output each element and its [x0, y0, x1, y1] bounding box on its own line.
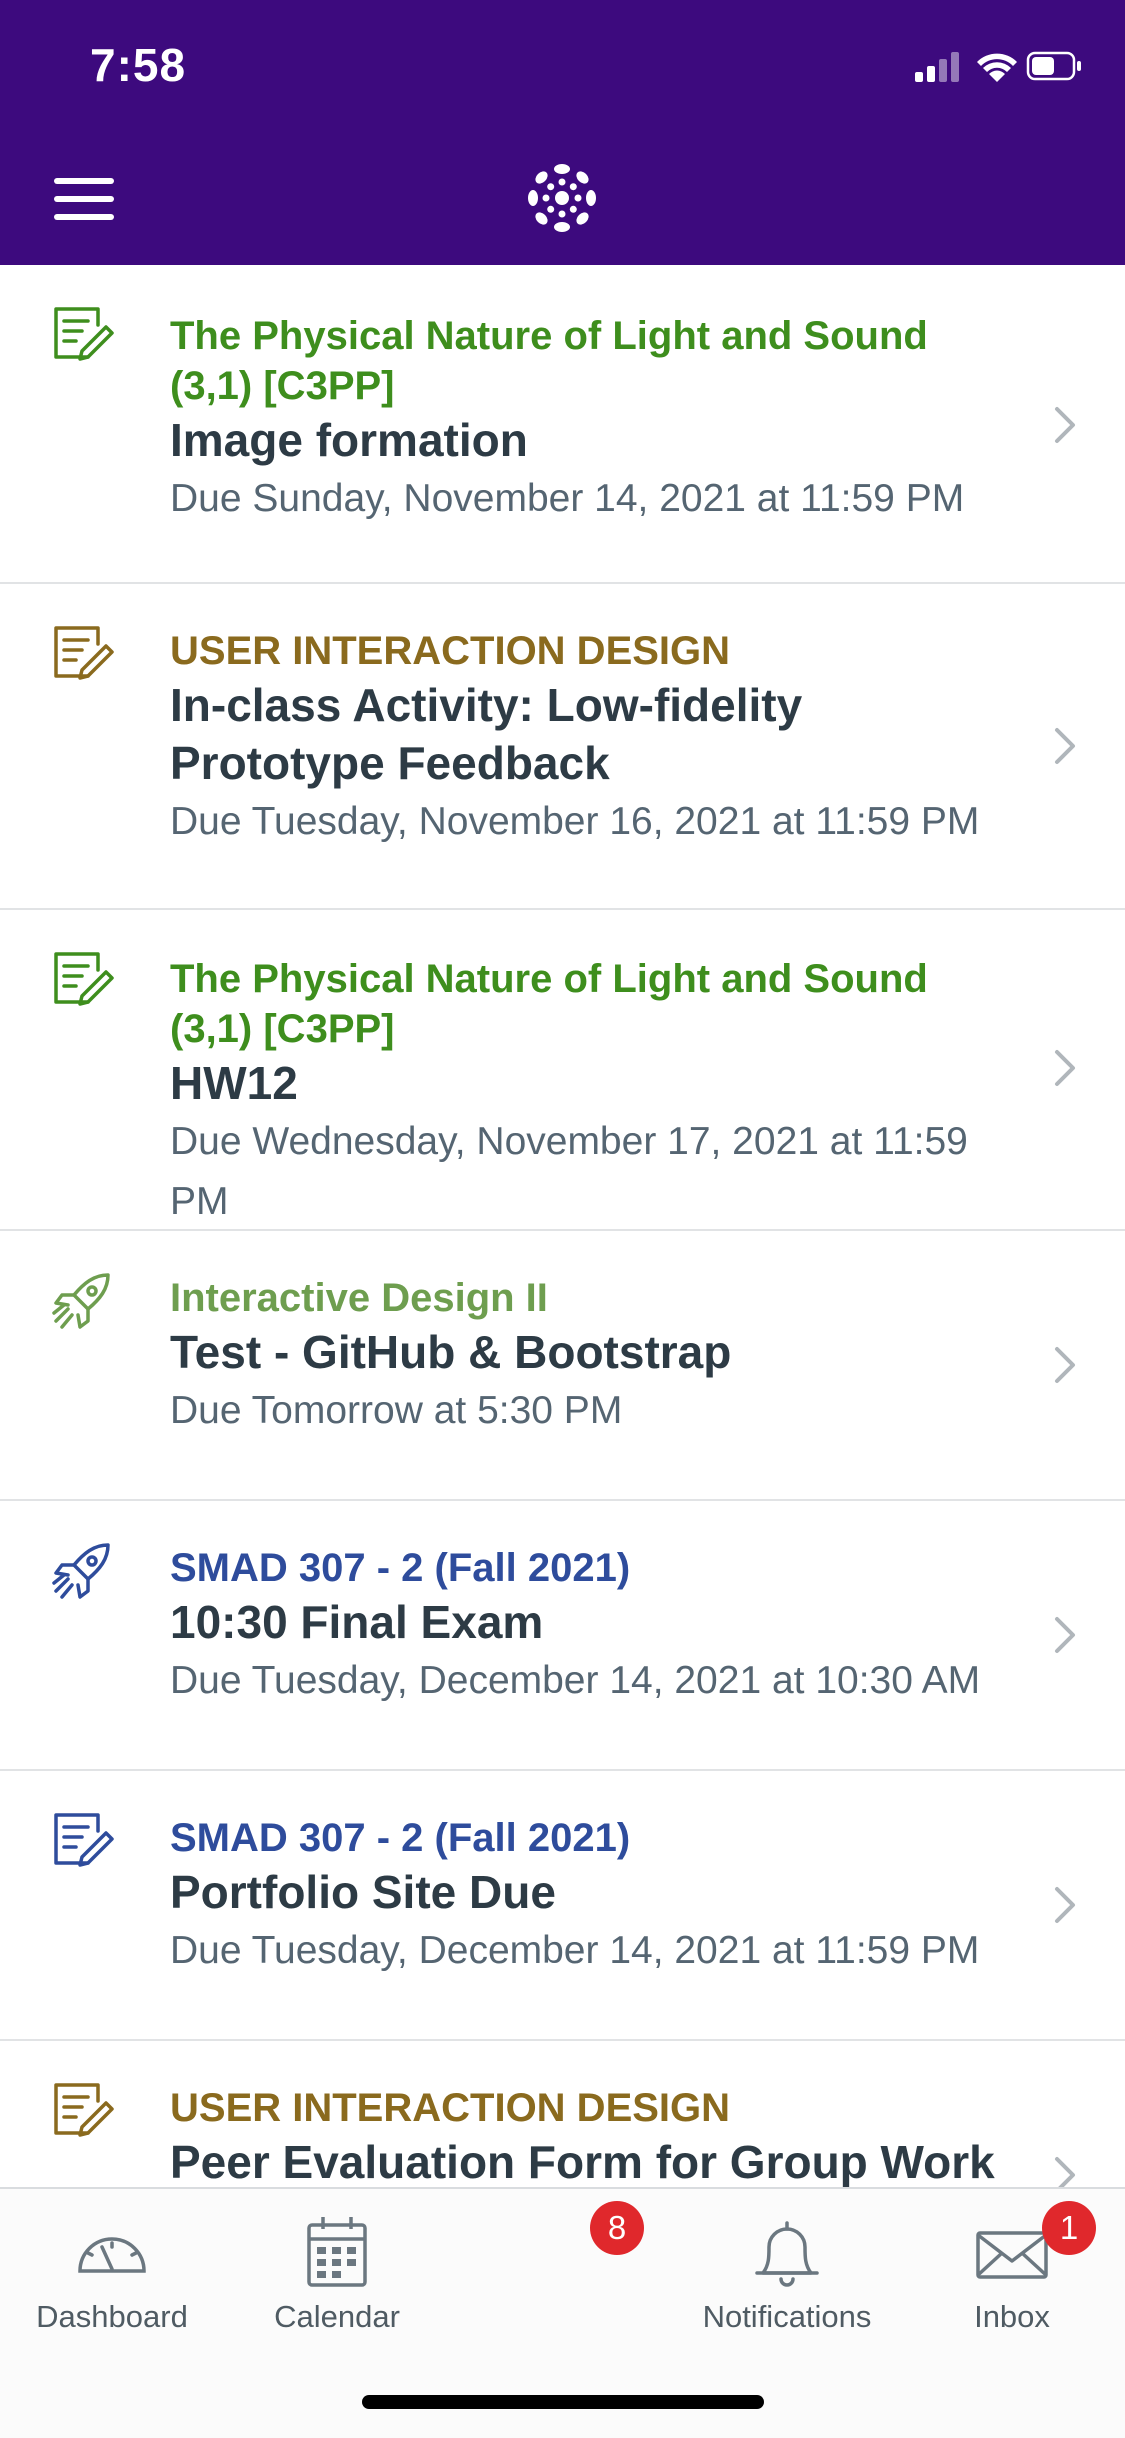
assignment-title: 10:30 Final Exam	[170, 1596, 544, 1648]
battery-icon	[1026, 51, 1081, 81]
status-icons	[915, 51, 1081, 82]
list-item[interactable]: USER INTERACTION DESIGN Peer Evaluation …	[0, 2041, 1125, 2187]
dashboard-icon	[78, 2237, 146, 2273]
chevron-right-icon	[1055, 2157, 1075, 2187]
status-bar: 7:58	[0, 0, 1125, 132]
tab-inbox[interactable]: Inbox 1	[912, 2189, 1112, 2379]
tab-label: Calendar	[274, 2299, 400, 2334]
chevron-right-icon	[1055, 728, 1075, 764]
tab-dashboard[interactable]: Dashboard	[12, 2189, 212, 2379]
due-date: Due Wednesday, November 17, 2021 at 11:5…	[170, 1120, 968, 1223]
inbox-badge: 1	[1042, 2201, 1096, 2255]
todo-badge: 8	[590, 2201, 644, 2255]
chevron-right-icon	[1055, 1617, 1075, 1653]
list-item[interactable]: The Physical Nature of Light and Sound (…	[0, 910, 1125, 1231]
course-name: The Physical Nature of Light and Sound (…	[170, 314, 928, 408]
tab-label: Notifications	[702, 2299, 872, 2334]
signal-icon	[915, 52, 959, 82]
assignment-icon	[54, 1813, 114, 1867]
mail-icon	[976, 2231, 1048, 2279]
list-item[interactable]: SMAD 307 - 2 (Fall 2021) 10:30 Final Exa…	[0, 1501, 1125, 1771]
assignment-title: Test - GitHub & Bootstrap	[170, 1326, 732, 1378]
course-name: Interactive Design II	[170, 1276, 548, 1320]
course-name: SMAD 307 - 2 (Fall 2021)	[170, 1546, 631, 1590]
due-date: Due Sunday, November 14, 2021 at 11:59 P…	[170, 477, 965, 520]
tab-calendar[interactable]: Calendar	[237, 2189, 437, 2379]
assignment-icon	[54, 2083, 114, 2137]
due-date: Due Tomorrow at 5:30 PM	[170, 1389, 623, 1432]
list-item[interactable]: USER INTERACTION DESIGN In-class Activit…	[0, 584, 1125, 910]
assignment-title: Portfolio Site Due	[170, 1866, 556, 1918]
course-name: The Physical Nature of Light and Sound (…	[170, 957, 928, 1051]
quiz-rocket-icon	[52, 1273, 110, 1329]
bell-icon	[755, 2221, 819, 2287]
assignment-title: Peer Evaluation Form for Group Work	[170, 2136, 995, 2187]
tab-label: Inbox	[974, 2299, 1050, 2334]
assignment-icon	[54, 626, 114, 680]
list-item[interactable]: SMAD 307 - 2 (Fall 2021) Portfolio Site …	[0, 1771, 1125, 2041]
assignment-title: Image formation	[170, 414, 528, 466]
hamburger-menu-icon[interactable]	[54, 174, 114, 224]
course-name: SMAD 307 - 2 (Fall 2021)	[170, 1816, 631, 1860]
chevron-right-icon	[1055, 1887, 1075, 1923]
tab-notifications[interactable]: Notifications	[687, 2189, 887, 2379]
course-name: USER INTERACTION DESIGN	[170, 2086, 731, 2130]
todo-list: The Physical Nature of Light and Sound (…	[0, 265, 1125, 2187]
chevron-right-icon	[1055, 1347, 1075, 1383]
assignment-icon	[54, 952, 114, 1006]
tab-label: Dashboard	[36, 2299, 188, 2334]
nav-bar	[0, 132, 1125, 265]
due-date: Due Tuesday, December 14, 2021 at 11:59 …	[170, 1929, 980, 1972]
list-item[interactable]: Interactive Design II Test - GitHub & Bo…	[0, 1231, 1125, 1501]
calendar-icon	[307, 2217, 367, 2287]
chevron-right-icon	[1055, 407, 1075, 443]
canvas-logo-icon	[528, 164, 596, 232]
tab-todo[interactable]: 8	[462, 2189, 662, 2379]
status-time: 7:58	[90, 39, 187, 91]
chevron-right-icon	[1055, 1050, 1075, 1086]
course-name: USER INTERACTION DESIGN	[170, 629, 731, 673]
list-item[interactable]: The Physical Nature of Light and Sound (…	[0, 265, 1125, 584]
quiz-rocket-icon	[52, 1543, 110, 1599]
due-date: Due Tuesday, November 16, 2021 at 11:59 …	[170, 800, 980, 843]
assignment-title: HW12	[170, 1057, 298, 1109]
wifi-icon	[977, 53, 1017, 82]
home-indicator	[362, 2395, 764, 2409]
assignment-title: In-class Activity: Low-fidelity Prototyp…	[170, 679, 803, 789]
due-date: Due Tuesday, December 14, 2021 at 10:30 …	[170, 1659, 981, 1702]
assignment-icon	[54, 307, 114, 361]
